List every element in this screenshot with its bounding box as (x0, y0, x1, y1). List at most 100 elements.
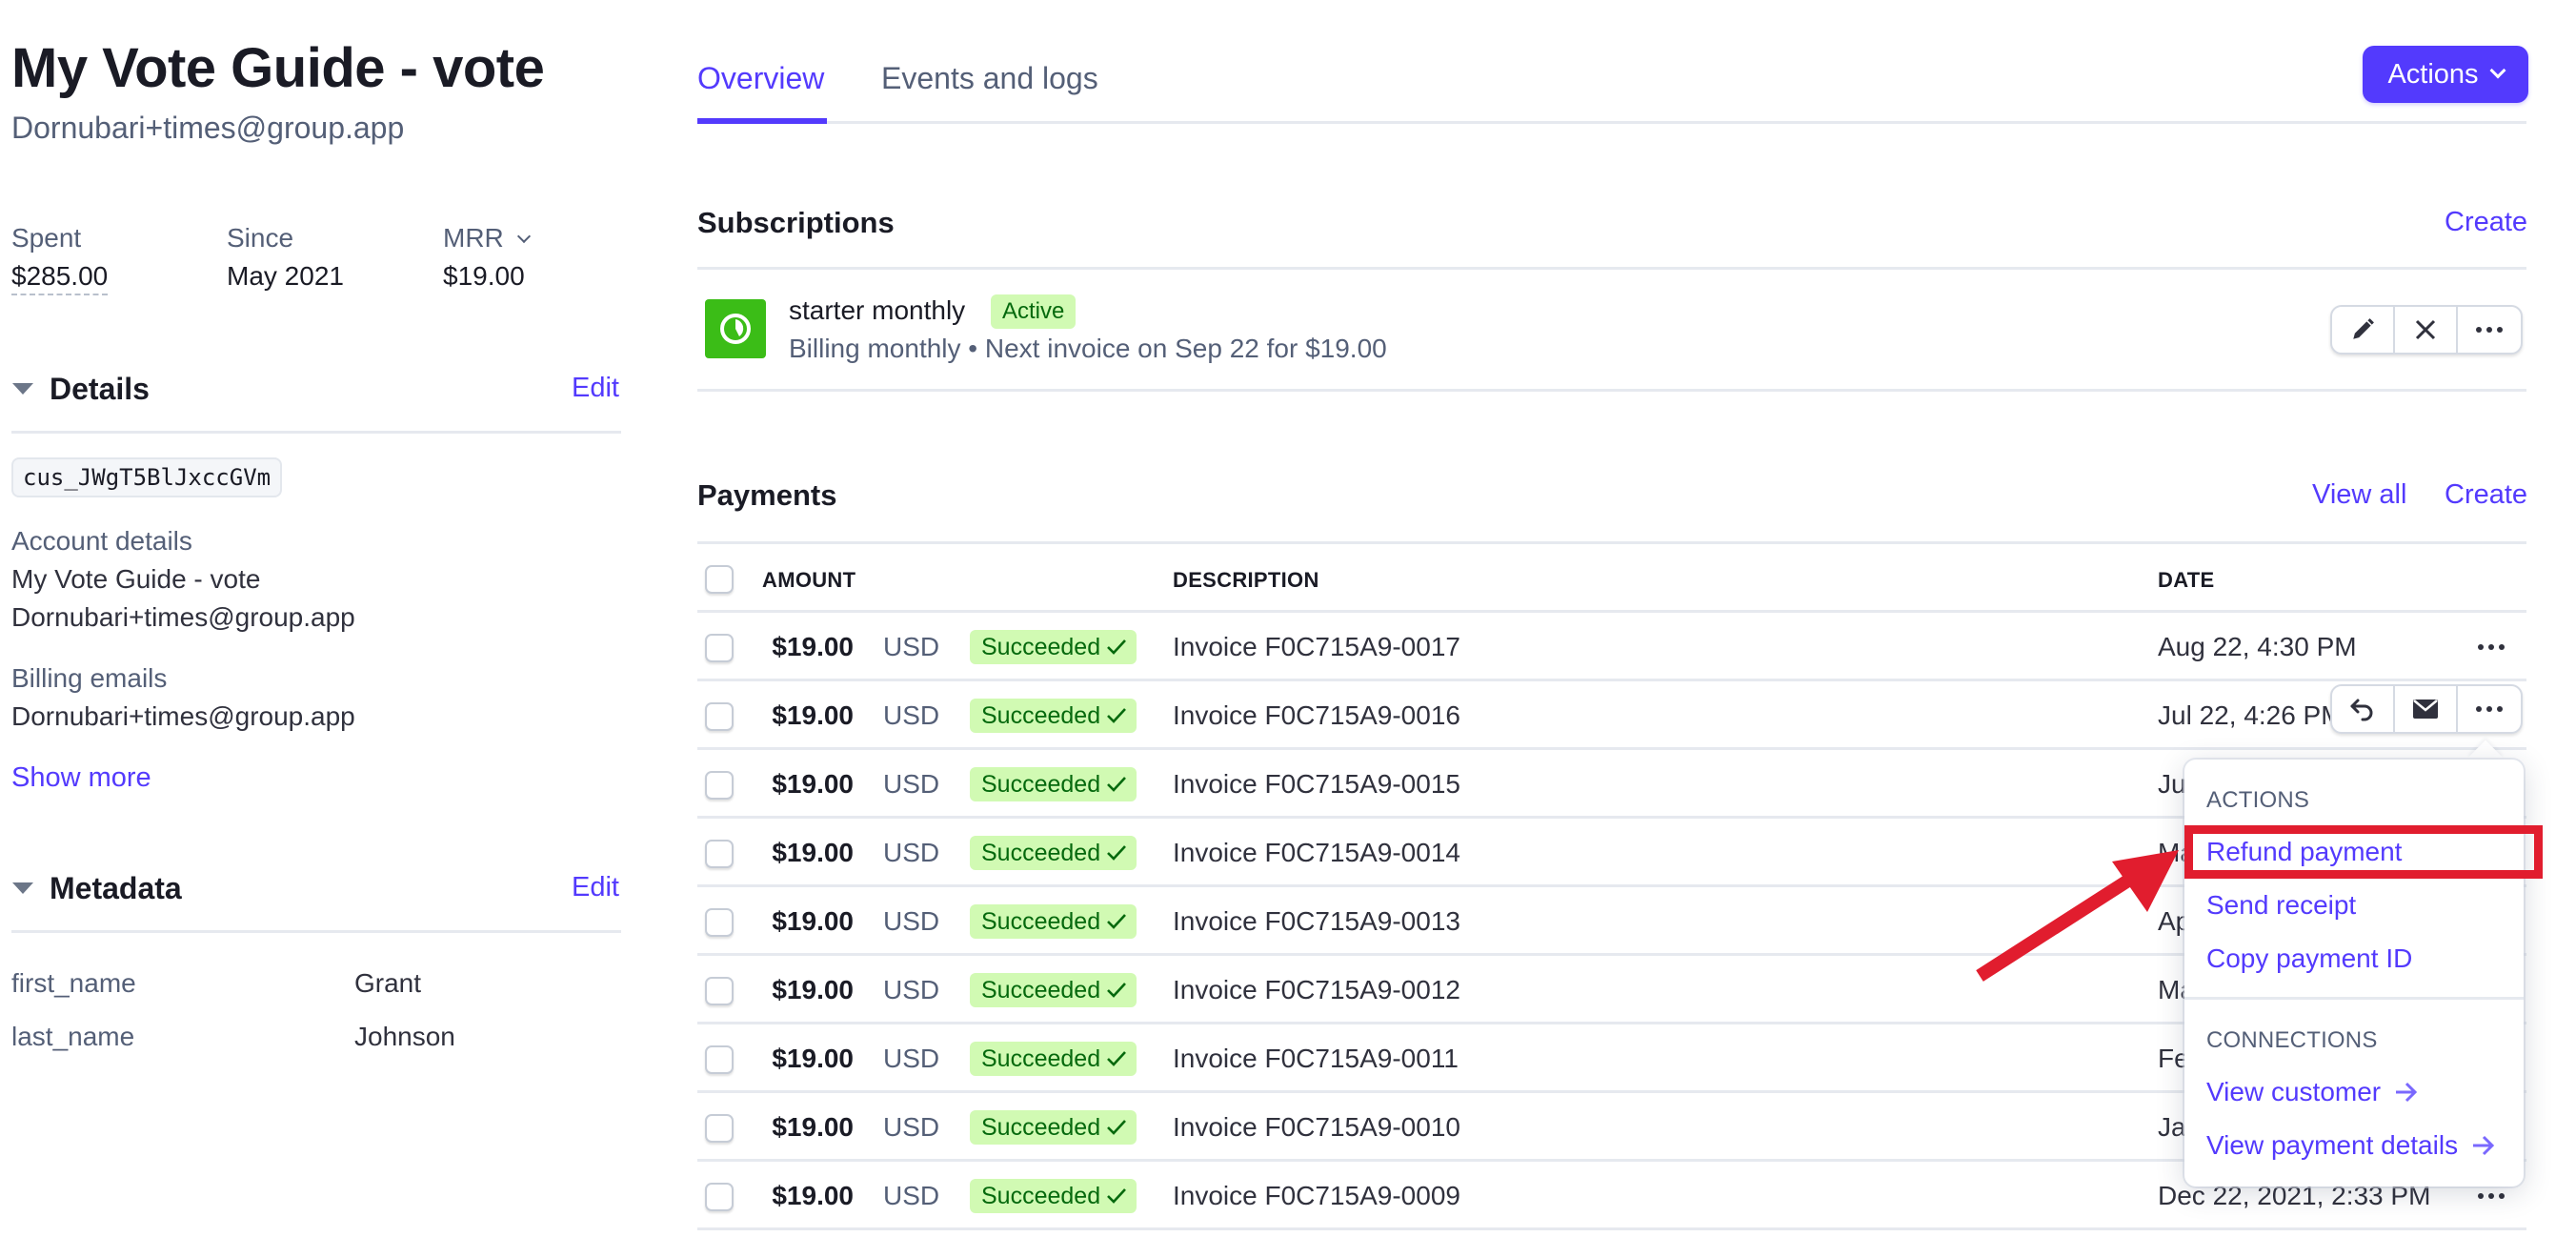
payments-view-all-link[interactable]: View all (2312, 479, 2406, 511)
payment-description[interactable]: Invoice F0C715A9-0009 (1173, 1181, 1460, 1211)
customer-name-title: My Vote Guide - vote (11, 37, 545, 99)
checkmark-icon (1107, 1120, 1127, 1135)
show-more-link[interactable]: Show more (11, 762, 151, 794)
column-header-date[interactable]: DATE (2158, 568, 2214, 593)
menu-actions-heading: ACTIONS (2206, 787, 2310, 813)
payment-description[interactable]: Invoice F0C715A9-0014 (1173, 838, 1460, 868)
payment-description[interactable]: Invoice F0C715A9-0015 (1173, 769, 1460, 800)
metadata-heading[interactable]: Metadata (50, 871, 182, 906)
payment-currency: USD (883, 838, 940, 867)
arrow-right-icon (2395, 1082, 2418, 1103)
payment-status-label: Succeeded (981, 908, 1101, 935)
payment-currency: USD (883, 906, 940, 936)
payment-description[interactable]: Invoice F0C715A9-0013 (1173, 906, 1460, 937)
subscription-more-button[interactable] (2458, 307, 2521, 353)
cancel-subscription-button[interactable] (2395, 307, 2458, 353)
stat-mrr-dropdown[interactable]: MRR (443, 223, 531, 253)
metadata-edit-link[interactable]: Edit (572, 872, 619, 903)
payment-amount: $19.00 (772, 1044, 854, 1073)
row-checkbox[interactable] (705, 908, 734, 937)
metadata-value: Johnson (354, 1022, 455, 1051)
details-edit-link[interactable]: Edit (572, 373, 619, 404)
checkmark-icon (1107, 1051, 1127, 1066)
row-checkbox[interactable] (705, 1045, 734, 1074)
row-checkbox[interactable] (705, 771, 734, 800)
chevron-down-icon (2489, 62, 2506, 79)
subscriptions-create-link[interactable]: Create (2445, 207, 2527, 238)
customer-id-chip[interactable]: cus_JWgT5BlJxccGVm (11, 457, 283, 497)
menu-divider (2184, 997, 2524, 1000)
subscription-status-badge: Active (991, 294, 1077, 329)
clock-icon (720, 314, 751, 344)
payment-currency: USD (883, 700, 940, 730)
payment-status-label: Succeeded (981, 634, 1101, 660)
row-checkbox[interactable] (705, 702, 734, 731)
menu-item-label: View payment details (2206, 1130, 2459, 1160)
column-header-description[interactable]: DESCRIPTION (1173, 568, 1319, 593)
checkmark-icon (1107, 1188, 1127, 1204)
payment-row[interactable]: $19.00 USD Succeeded Invoice F0C715A9-0017 A… (697, 613, 2526, 681)
more-icon (2476, 327, 2503, 333)
payment-description[interactable]: Invoice F0C715A9-0010 (1173, 1112, 1460, 1143)
annotation-highlight-box (2184, 825, 2543, 879)
payment-date: Aug 22, 4:30 PM (2158, 632, 2357, 661)
stat-spent-value[interactable]: $285.00 (11, 261, 109, 295)
edit-subscription-button[interactable] (2332, 307, 2395, 353)
payment-status-label: Succeeded (981, 1183, 1101, 1209)
checkmark-icon (1107, 845, 1127, 861)
column-header-amount[interactable]: AMOUNT (762, 568, 855, 593)
tabs-divider (697, 121, 2526, 124)
actions-button[interactable]: Actions (2363, 46, 2528, 103)
checkmark-icon (1107, 708, 1127, 723)
row-checkbox[interactable] (705, 977, 734, 1005)
annotation-arrow-icon (1976, 850, 2179, 982)
payment-description[interactable]: Invoice F0C715A9-0017 (1173, 632, 1460, 662)
payment-more-button[interactable] (2458, 686, 2521, 732)
payment-currency: USD (883, 975, 940, 1004)
payments-create-link[interactable]: Create (2445, 479, 2527, 511)
menu-item-view-customer[interactable]: View customer (2206, 1077, 2419, 1107)
select-all-checkbox[interactable] (705, 565, 734, 594)
payment-status-label: Succeeded (981, 840, 1101, 866)
more-icon[interactable] (2478, 644, 2505, 650)
collapse-caret-icon[interactable] (12, 882, 33, 894)
details-heading[interactable]: Details (50, 372, 150, 407)
menu-item-view-payment-details[interactable]: View payment details (2206, 1130, 2496, 1161)
collapse-caret-icon[interactable] (12, 383, 33, 395)
row-checkbox[interactable] (705, 1114, 734, 1143)
refund-button[interactable] (2332, 686, 2395, 732)
more-icon[interactable] (2478, 1193, 2505, 1199)
send-receipt-button[interactable] (2395, 686, 2458, 732)
payment-amount: $19.00 (772, 1112, 854, 1142)
subscriptions-bottom-divider (697, 389, 2526, 392)
metadata-key: last_name (11, 1022, 135, 1051)
payment-description[interactable]: Invoice F0C715A9-0016 (1173, 700, 1460, 731)
stat-spent-label: Spent (11, 223, 82, 253)
menu-item-label: View customer (2206, 1077, 2382, 1106)
subscription-row-actions (2330, 305, 2523, 355)
payment-row-actions (2330, 684, 2523, 734)
account-details-label: Account details (11, 526, 192, 556)
payment-amount: $19.00 (772, 769, 854, 799)
payment-date: Jul 22, 4:26 PM (2158, 700, 2344, 730)
subscription-icon (705, 299, 766, 358)
menu-item-send-receipt[interactable]: Send receipt (2206, 890, 2356, 921)
payment-description[interactable]: Invoice F0C715A9-0011 (1173, 1044, 1459, 1074)
stat-mrr-label: MRR (443, 223, 504, 253)
tab-overview[interactable]: Overview (697, 61, 824, 96)
payment-amount: $19.00 (772, 632, 854, 661)
row-checkbox[interactable] (705, 634, 734, 662)
chevron-down-icon (516, 229, 531, 244)
payment-status-badge: Succeeded (970, 973, 1137, 1007)
tab-events-and-logs[interactable]: Events and logs (881, 61, 1098, 96)
payment-status-label: Succeeded (981, 1114, 1101, 1141)
payment-currency: USD (883, 769, 940, 799)
subscription-name[interactable]: starter monthly (789, 295, 965, 326)
billing-email: Dornubari+times@group.app (11, 701, 355, 731)
menu-item-copy-payment-id[interactable]: Copy payment ID (2206, 943, 2412, 974)
row-checkbox[interactable] (705, 840, 734, 868)
payment-description[interactable]: Invoice F0C715A9-0012 (1173, 975, 1460, 1005)
metadata-key: first_name (11, 968, 136, 998)
row-checkbox[interactable] (705, 1183, 734, 1211)
payment-row[interactable]: $19.00 USD Succeeded Invoice F0C715A9-0016 J… (697, 681, 2526, 750)
